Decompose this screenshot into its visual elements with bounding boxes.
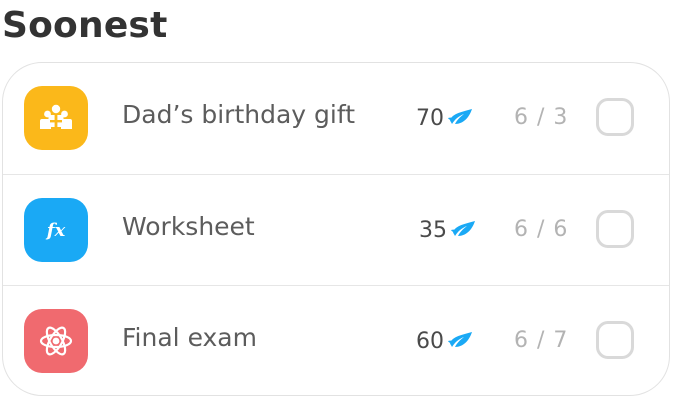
task-list-card: Dad’s birthday gift 70 6 / 3 fx Workshee…	[2, 62, 670, 396]
task-title: Final exam	[122, 323, 257, 352]
leaf-icon	[448, 109, 472, 124]
leaf-icon	[448, 332, 472, 347]
atom-icon	[39, 326, 73, 356]
task-icon-tile	[24, 86, 88, 150]
task-title: Worksheet	[122, 212, 255, 241]
fx-function-icon: fx	[45, 220, 66, 241]
task-row[interactable]: fx Worksheet 35 6 / 6	[3, 174, 669, 285]
section-heading: Soonest	[2, 5, 168, 46]
leaf-icon	[451, 221, 475, 236]
points-value: 70	[416, 105, 444, 131]
task-title: Dad’s birthday gift	[122, 100, 356, 129]
gift-people-icon	[40, 104, 72, 129]
task-points: 60	[416, 326, 474, 356]
task-date: 6 / 6	[514, 217, 569, 242]
points-value: 35	[419, 217, 447, 243]
task-complete-checkbox[interactable]	[596, 210, 634, 248]
task-points: 70	[416, 103, 474, 133]
task-complete-checkbox[interactable]	[596, 98, 634, 136]
task-points: 35	[419, 215, 477, 245]
svg-text:fx: fx	[45, 220, 66, 241]
points-value: 60	[416, 328, 444, 354]
task-complete-checkbox[interactable]	[596, 321, 634, 359]
task-icon-tile: fx	[24, 198, 88, 262]
task-icon-tile	[24, 309, 88, 373]
task-date: 6 / 7	[514, 328, 569, 353]
task-row[interactable]: Final exam 60 6 / 7	[3, 285, 669, 395]
task-row[interactable]: Dad’s birthday gift 70 6 / 3	[3, 63, 669, 174]
task-date: 6 / 3	[514, 105, 569, 130]
